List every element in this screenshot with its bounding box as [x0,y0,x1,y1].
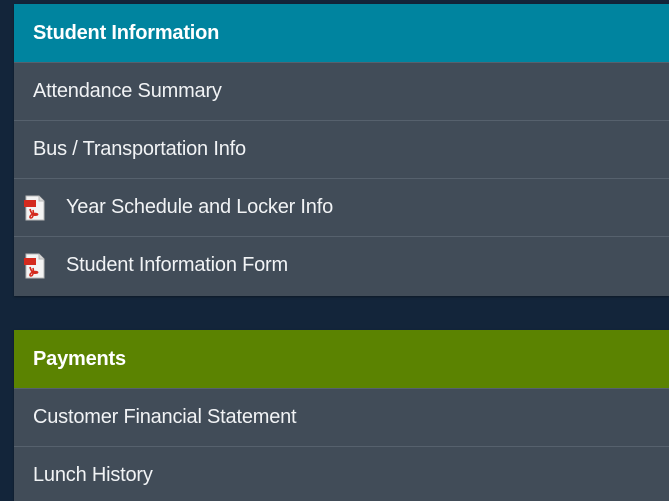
menu-item-label: Customer Financial Statement [33,406,297,428]
menu-item-attendance-summary[interactable]: Attendance Summary [14,62,669,120]
payments-header: Payments [14,330,669,388]
pdf-icon [24,253,45,278]
menu-item-customer-financial-statement[interactable]: Customer Financial Statement [14,388,669,446]
student-information-header: Student Information [14,4,669,62]
student-information-panel: Student Information Attendance Summary B… [14,4,669,296]
pdf-icon [24,195,45,220]
page: Student Information Attendance Summary B… [0,0,669,501]
menu-item-label: Year Schedule and Locker Info [66,196,333,218]
menu-item-label: Lunch History [33,464,153,486]
menu-item-label: Bus / Transportation Info [33,138,246,160]
menu-item-bus-transportation-info[interactable]: Bus / Transportation Info [14,120,669,178]
menu-item-label: Attendance Summary [33,80,222,102]
menu-item-year-schedule-locker-info[interactable]: Year Schedule and Locker Info [14,178,669,236]
menu-item-student-information-form[interactable]: Student Information Form [14,236,669,294]
menu-item-lunch-history[interactable]: Lunch History [14,446,669,501]
payments-panel: Payments Customer Financial Statement Lu… [14,330,669,501]
menu-item-label: Student Information Form [66,254,288,276]
